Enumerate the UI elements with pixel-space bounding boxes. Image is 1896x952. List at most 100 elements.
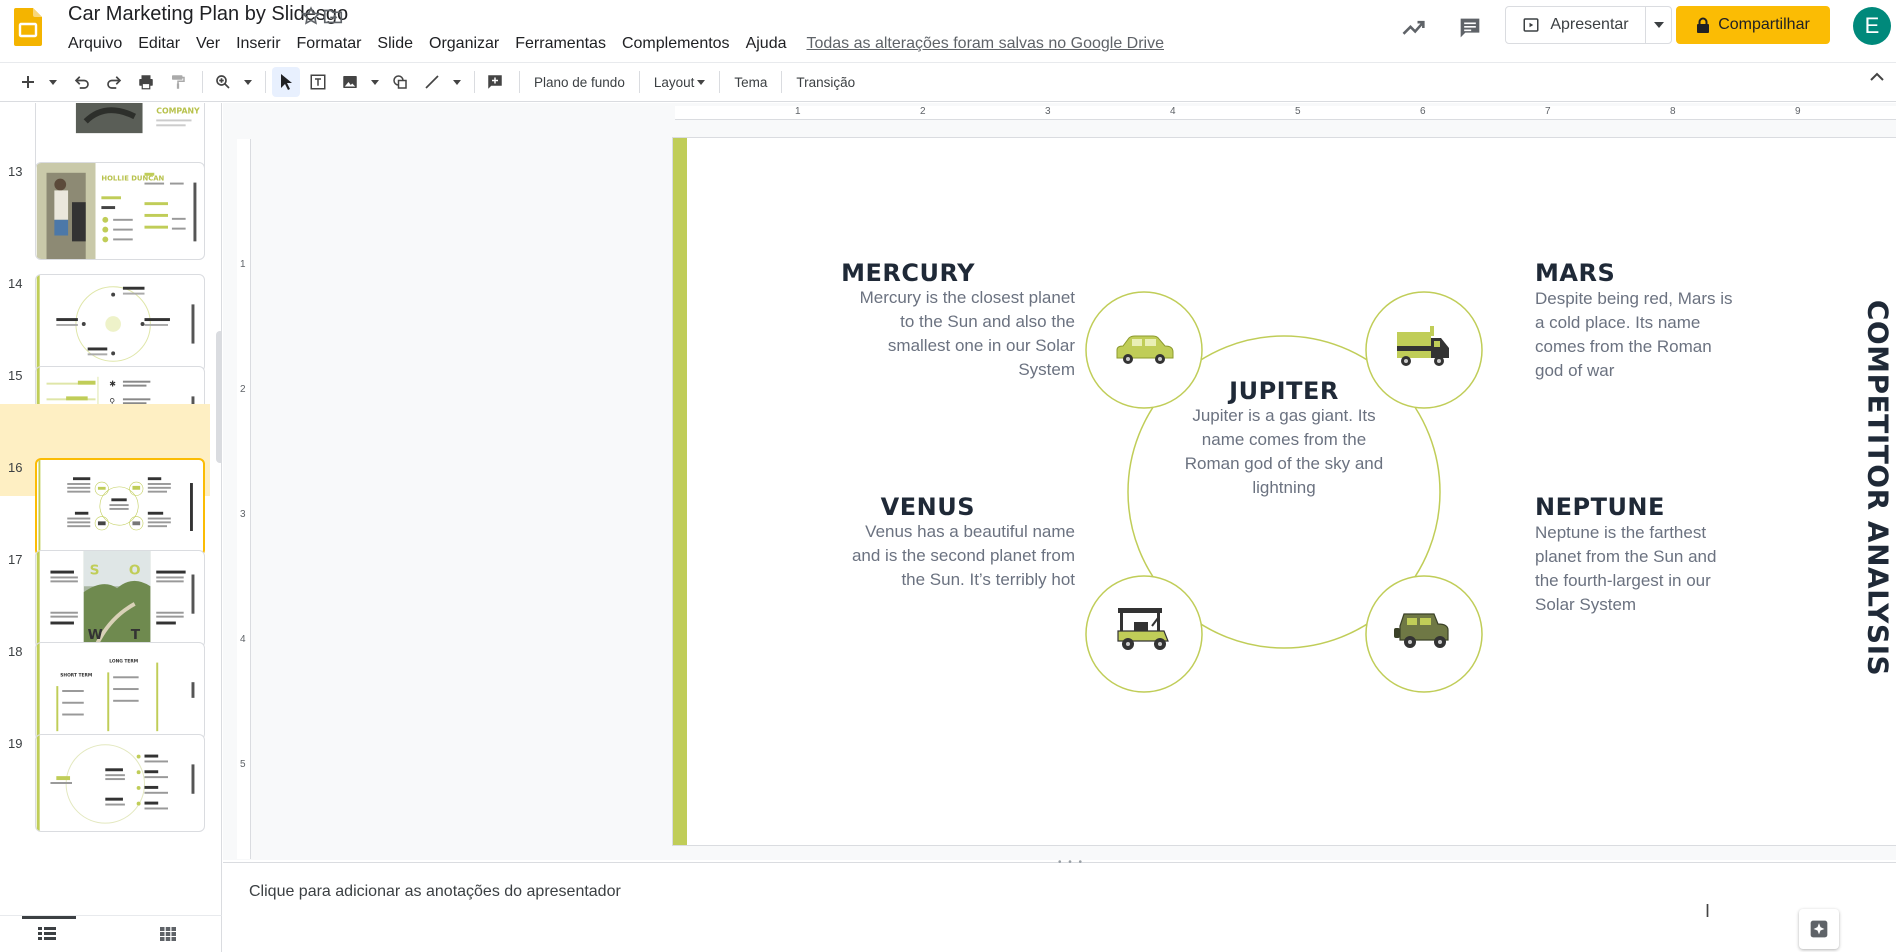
speaker-notes-placeholder[interactable]: Clique para adicionar as anotações do ap… xyxy=(249,883,621,901)
save-status-link[interactable]: Todas as alterações foram salvas no Goog… xyxy=(806,35,1164,53)
zoom-button[interactable] xyxy=(209,67,237,97)
insert-image-dropdown[interactable] xyxy=(368,67,382,97)
explore-button[interactable] xyxy=(1799,909,1839,949)
print-button[interactable] xyxy=(132,67,160,97)
menu-insert[interactable]: Inserir xyxy=(228,35,288,53)
menu-help[interactable]: Ajuda xyxy=(738,35,795,53)
comments-icon[interactable] xyxy=(1456,14,1484,42)
filmstrip-view-button[interactable] xyxy=(27,920,67,948)
neptune-description[interactable]: Neptune is the farthest planet from the … xyxy=(1535,521,1735,617)
present-button[interactable]: Apresentar xyxy=(1505,6,1672,44)
slides-logo-icon[interactable] xyxy=(14,8,42,46)
text-cursor-icon: I xyxy=(1705,901,1711,921)
select-tool-button[interactable] xyxy=(272,67,300,97)
slide-filmstrip[interactable]: COMPANY 13 HOLLIE DUNCAN 14 15 ✱ ⚲ 16 17… xyxy=(0,103,222,915)
collapse-chevron-up-icon[interactable] xyxy=(1870,72,1884,82)
star-icon[interactable] xyxy=(300,5,322,27)
slide-18-preview[interactable]: SHORT TERM LONG TERM xyxy=(35,642,205,740)
slide-19-preview[interactable] xyxy=(35,734,205,832)
mercury-title[interactable]: MERCURY xyxy=(823,259,975,287)
jupiter-description[interactable]: Jupiter is a gas giant. Its name comes f… xyxy=(1184,404,1384,500)
speaker-notes-panel[interactable]: • • • Clique para adicionar as anotações… xyxy=(223,857,1896,952)
menu-file[interactable]: Arquivo xyxy=(60,35,130,53)
move-folder-icon[interactable] xyxy=(322,5,344,27)
new-slide-layout-dropdown[interactable] xyxy=(46,67,60,97)
present-main[interactable]: Apresentar xyxy=(1506,16,1645,34)
redo-button[interactable] xyxy=(100,67,128,97)
menu-arrange[interactable]: Organizar xyxy=(421,35,507,53)
ruler-mark: 4 xyxy=(240,634,246,645)
image-icon xyxy=(343,76,357,88)
shape-button[interactable] xyxy=(386,67,414,97)
venus-description[interactable]: Venus has a beautiful name and is the se… xyxy=(845,520,1075,592)
zoom-dropdown[interactable] xyxy=(241,67,255,97)
cursor-arrow-icon xyxy=(281,74,292,90)
caret-down-icon xyxy=(371,79,379,85)
menu-format[interactable]: Formatar xyxy=(289,35,370,53)
slide-editor-canvas[interactable]: 1 2 3 4 5 6 7 8 9 1 2 3 4 5 MERCURY Merc… xyxy=(223,103,1896,860)
menu-slide[interactable]: Slide xyxy=(369,35,421,53)
slide-14-art xyxy=(36,275,195,371)
shape-icon xyxy=(393,75,407,89)
filmstrip-view-switcher xyxy=(0,915,222,952)
present-icon xyxy=(1523,18,1539,32)
menu-edit[interactable]: Editar xyxy=(130,35,188,53)
slide-thumbnail-19[interactable]: 19 xyxy=(0,732,210,844)
slide-17-letter-o: O xyxy=(129,563,141,579)
notes-resize-handle[interactable]: • • • xyxy=(1058,857,1084,868)
vertical-ruler[interactable]: 1 2 3 4 5 xyxy=(237,139,251,859)
slide-18-art: SHORT TERM LONG TERM xyxy=(36,643,195,739)
slide-number: 13 xyxy=(8,164,23,179)
ruler-mark: 2 xyxy=(920,106,926,117)
ruler-mark: 7 xyxy=(1545,106,1551,117)
insert-image-button[interactable] xyxy=(336,67,364,97)
new-slide-button[interactable] xyxy=(14,67,42,97)
account-avatar[interactable]: E xyxy=(1853,7,1891,45)
toolbar: Plano de fundo Layout Tema Transição xyxy=(0,62,1896,102)
grid-view-button[interactable] xyxy=(148,920,188,948)
menu-tools[interactable]: Ferramentas xyxy=(507,35,614,53)
slide-number: 17 xyxy=(8,552,23,567)
mercury-description[interactable]: Mercury is the closest planet to the Sun… xyxy=(845,286,1075,382)
text-box-icon xyxy=(310,74,326,90)
venus-title[interactable]: VENUS xyxy=(823,493,975,521)
share-button[interactable]: Compartilhar xyxy=(1676,6,1830,44)
layout-button[interactable]: Layout xyxy=(646,75,714,90)
slide-13-preview[interactable]: HOLLIE DUNCAN xyxy=(35,162,205,260)
menu-addons[interactable]: Complementos xyxy=(614,35,738,53)
slide-17-preview[interactable]: S O W T xyxy=(35,550,205,648)
slide-14-preview[interactable] xyxy=(35,274,205,372)
menu-view[interactable]: Ver xyxy=(188,35,228,53)
background-button[interactable]: Plano de fundo xyxy=(526,75,633,90)
slide-18-short-term: SHORT TERM xyxy=(60,672,92,678)
undo-button[interactable] xyxy=(68,67,96,97)
slide-16-preview[interactable] xyxy=(35,458,205,556)
slide-thumbnail-13[interactable]: 13 HOLLIE DUNCAN xyxy=(0,160,210,272)
neptune-title[interactable]: NEPTUNE xyxy=(1535,493,1725,521)
grid-view-icon xyxy=(160,927,176,941)
line-button[interactable] xyxy=(418,67,446,97)
ruler-mark: 3 xyxy=(240,509,246,520)
mars-description[interactable]: Despite being red, Mars is a cold place.… xyxy=(1535,287,1735,383)
jupiter-title[interactable]: JUPITER xyxy=(1184,377,1384,405)
print-icon xyxy=(139,75,153,90)
insert-comment-button[interactable] xyxy=(481,67,509,97)
theme-button[interactable]: Tema xyxy=(726,75,775,90)
mars-title[interactable]: MARS xyxy=(1535,259,1705,287)
horizontal-ruler[interactable]: 1 2 3 4 5 6 7 8 9 xyxy=(675,106,1896,120)
activity-trend-icon[interactable] xyxy=(1400,14,1428,42)
toolbar-divider xyxy=(265,71,266,93)
line-dropdown[interactable] xyxy=(450,67,464,97)
current-slide[interactable]: MERCURY Mercury is the closest planet to… xyxy=(673,138,1896,845)
text-box-button[interactable] xyxy=(304,67,332,97)
toolbar-divider xyxy=(474,71,475,93)
lock-icon xyxy=(1697,17,1710,33)
present-options-dropdown[interactable] xyxy=(1645,7,1671,43)
toolbar-divider xyxy=(719,71,721,93)
filmstrip-scrollbar[interactable] xyxy=(216,331,221,463)
ruler-mark: 3 xyxy=(1045,106,1051,117)
slide-vertical-title[interactable]: COMPETITOR ANALYSIS xyxy=(1858,300,1896,676)
slide-17-letter-s: S xyxy=(90,563,100,579)
paint-format-button[interactable] xyxy=(164,67,192,97)
transition-button[interactable]: Transição xyxy=(788,75,863,90)
